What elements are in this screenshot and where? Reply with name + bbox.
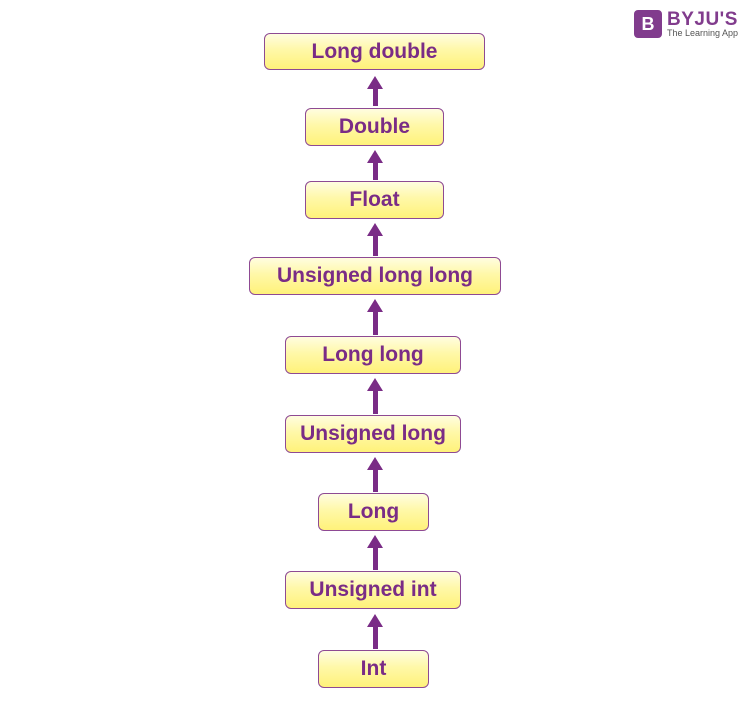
- type-box-long: Long: [318, 493, 429, 531]
- type-box-float: Float: [305, 181, 444, 219]
- arrow-up-icon: [367, 614, 383, 649]
- type-box-unsigned-long-long: Unsigned long long: [249, 257, 501, 295]
- logo-tagline: The Learning App: [667, 28, 739, 38]
- type-box-unsigned-int: Unsigned int: [285, 571, 461, 609]
- byjus-logo: B BYJU'S The Learning App: [634, 10, 738, 38]
- type-box-unsigned-long: Unsigned long: [285, 415, 461, 453]
- arrow-up-icon: [367, 150, 383, 180]
- logo-name: BYJU'S: [667, 9, 738, 30]
- arrow-up-icon: [367, 76, 383, 106]
- type-box-int: Int: [318, 650, 429, 688]
- arrow-up-icon: [367, 457, 383, 492]
- arrow-up-icon: [367, 378, 383, 414]
- logo-mark-icon: B: [634, 10, 662, 38]
- type-box-long-long: Long long: [285, 336, 461, 374]
- type-box-long-double: Long double: [264, 33, 485, 70]
- arrow-up-icon: [367, 223, 383, 256]
- arrow-up-icon: [367, 299, 383, 335]
- arrow-up-icon: [367, 535, 383, 570]
- type-box-double: Double: [305, 108, 444, 146]
